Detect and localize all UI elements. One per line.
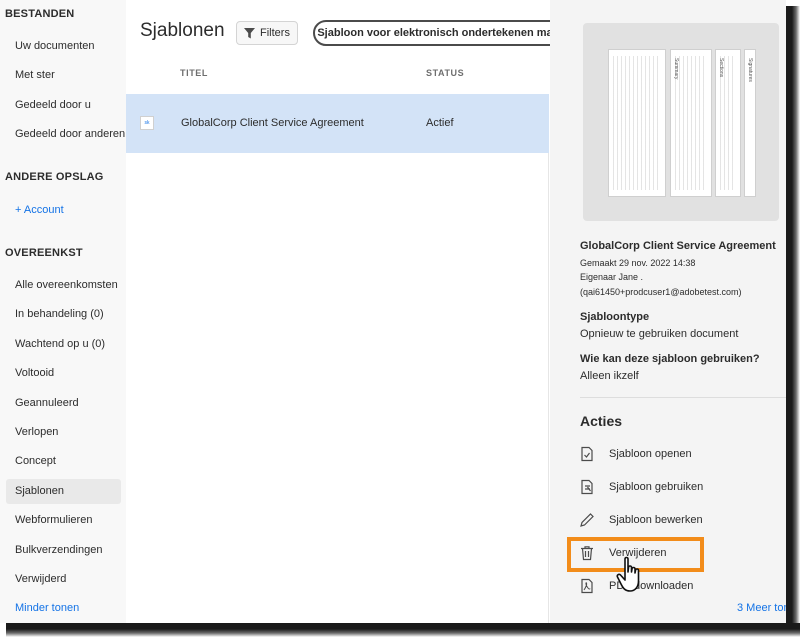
document-preview[interactable]: Summary Sections Signatures [583, 23, 779, 221]
row-title: GlobalCorp Client Service Agreement [181, 117, 364, 129]
app-window: BESTANDEN Uw documenten Met ster Gedeeld… [0, 0, 786, 623]
preview-page-summary: Summary [670, 49, 712, 197]
pencil-icon [578, 511, 596, 529]
list-body [126, 94, 549, 623]
sidebar-item-shared-by-others[interactable]: Gedeeld door anderen [6, 122, 125, 147]
action-use-template-label: Sjabloon gebruiken [609, 481, 704, 493]
sidebar-item-bulk-sends[interactable]: Bulkverzendingen [6, 538, 121, 563]
create-template-button[interactable]: Sjabloon voor elektronisch ondertekenen … [313, 20, 576, 46]
window-shadow-right [786, 6, 800, 637]
section-storage-heading: ANDERE OPSLAG [5, 171, 104, 183]
hand-cursor-icon [616, 556, 640, 592]
action-open-template[interactable]: Sjabloon openen [578, 443, 692, 465]
table-row[interactable]: sk GlobalCorp Client Service Agreement A… [126, 94, 549, 153]
detail-title: GlobalCorp Client Service Agreement [580, 240, 776, 252]
filter-icon [244, 27, 256, 38]
templates-list-area: Sjablonen Filters Sjabloon voor elektron… [126, 0, 576, 623]
show-more-link[interactable]: 3 Meer tonen [737, 602, 786, 614]
sidebar-item-your-documents[interactable]: Uw documenten [6, 34, 121, 59]
sidebar-item-web-forms[interactable]: Webformulieren [6, 508, 121, 533]
divider [580, 397, 786, 398]
pdf-icon [578, 577, 596, 595]
preview-page-sections-label: Sections [718, 58, 724, 78]
use-template-icon [578, 478, 596, 496]
sidebar-item-templates[interactable]: Sjablonen [6, 479, 121, 504]
section-agreements-heading: OVEREENKST [5, 247, 83, 259]
detail-panel: Summary Sections Signatures GlobalCorp C… [550, 0, 786, 623]
preview-page-summary-label: Summary [673, 58, 679, 80]
detail-created: Gemaakt 29 nov. 2022 14:38 [580, 258, 696, 268]
add-account-link[interactable]: + Account [6, 198, 121, 223]
sidebar-item-starred[interactable]: Met ster [6, 63, 121, 88]
window-shadow-bottom [6, 623, 800, 637]
sidebar-item-deleted[interactable]: Verwijderd [6, 567, 121, 592]
row-status: Actief [426, 117, 454, 129]
filters-button[interactable]: Filters [236, 21, 298, 45]
preview-page-signatures-label: Signatures [747, 58, 753, 82]
detail-owner-email: (qai61450+prodcuser1@adobetest.com) [580, 287, 742, 297]
filters-label: Filters [260, 27, 290, 39]
sidebar-item-draft[interactable]: Concept [6, 449, 121, 474]
sidebar-item-shared-by-you[interactable]: Gedeeld door u [6, 93, 121, 118]
open-document-icon [578, 445, 596, 463]
template-type-label: Sjabloontype [580, 311, 650, 323]
actions-heading: Acties [580, 413, 623, 429]
document-thumbnail-icon: sk [140, 116, 154, 130]
action-use-template[interactable]: Sjabloon gebruiken [578, 476, 703, 498]
sidebar-item-in-progress[interactable]: In behandeling (0) [6, 302, 121, 327]
preview-page-1 [608, 49, 666, 197]
show-less-link[interactable]: Minder tonen [6, 596, 121, 621]
column-header-title[interactable]: TITEL [180, 68, 208, 78]
action-open-template-label: Sjabloon openen [609, 448, 692, 460]
page-title: Sjablonen [140, 20, 225, 41]
who-can-use-label: Wie kan deze sjabloon gebruiken? [580, 353, 760, 365]
action-edit-template[interactable]: Sjabloon bewerken [578, 509, 703, 531]
sidebar: BESTANDEN Uw documenten Met ster Gedeeld… [0, 0, 126, 623]
template-type-value: Opnieuw te gebruiken document [580, 328, 739, 340]
sidebar-item-expired[interactable]: Verlopen [6, 420, 121, 445]
section-files-heading: BESTANDEN [5, 8, 75, 20]
preview-page-sections: Sections [715, 49, 741, 197]
sidebar-item-cancelled[interactable]: Geannuleerd [6, 391, 121, 416]
column-header-status[interactable]: STATUS [426, 68, 464, 78]
sidebar-item-all-agreements[interactable]: Alle overeenkomsten [6, 273, 121, 298]
action-edit-template-label: Sjabloon bewerken [609, 514, 703, 526]
sidebar-item-waiting-for-you[interactable]: Wachtend op u (0) [6, 332, 121, 357]
sidebar-item-completed[interactable]: Voltooid [6, 361, 121, 386]
who-can-use-value: Alleen ikzelf [580, 370, 639, 382]
detail-owner: Eigenaar Jane . [580, 272, 644, 282]
preview-page-signatures: Signatures [744, 49, 756, 197]
